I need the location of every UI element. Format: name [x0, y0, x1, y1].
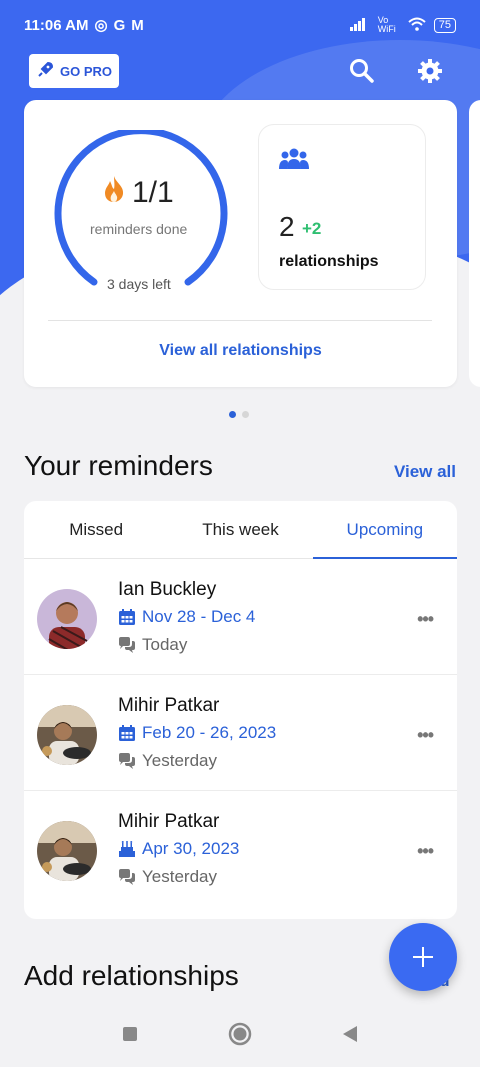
wifi-icon [408, 17, 426, 34]
whatsapp-icon: ◎ [94, 17, 108, 34]
reminder-item[interactable]: Mihir Patkar Feb 20 - 26, 2023 Yesterday… [24, 675, 457, 791]
add-button[interactable] [389, 923, 457, 991]
tab-upcoming[interactable]: Upcoming [312, 501, 458, 559]
chat-bubbles-icon [119, 637, 135, 653]
reminders-count: 1/1 [102, 175, 174, 211]
days-left-label: 3 days left [107, 276, 171, 292]
go-pro-label: GO PRO [59, 63, 112, 79]
summary-card[interactable]: 1/1 reminders done 3 days left 2 +2 rela… [24, 100, 457, 387]
calendar-icon [119, 725, 135, 741]
last-contact: Yesterday [118, 867, 217, 887]
plus-icon [413, 947, 433, 967]
more-options-button[interactable]: ••• [417, 725, 434, 746]
reminder-date-text: Feb 20 - 26, 2023 [142, 723, 277, 742]
more-options-button[interactable]: ••• [417, 841, 434, 862]
rocket-icon [36, 61, 54, 82]
gear-icon [418, 59, 442, 83]
view-all-reminders-link[interactable]: View all [394, 462, 456, 482]
avatar [37, 705, 97, 765]
signal-icon [349, 17, 370, 34]
back-icon[interactable] [342, 1025, 358, 1048]
pager-dot[interactable] [229, 411, 236, 418]
reminder-tabs: Missed This week Upcoming [24, 501, 458, 559]
recent-apps-icon[interactable] [122, 1026, 138, 1047]
reminder-item[interactable]: Ian Buckley Nov 28 - Dec 4 Today ••• [24, 559, 457, 675]
contact-name: Ian Buckley [118, 579, 217, 600]
next-card-peek[interactable] [469, 100, 480, 387]
last-contact-text: Yesterday [142, 751, 217, 770]
settings-button[interactable] [415, 56, 445, 86]
pager-dots [229, 411, 249, 418]
home-icon[interactable] [228, 1022, 252, 1051]
battery-icon: 75 [433, 17, 456, 33]
chat-bubbles-icon [119, 869, 135, 885]
view-all-relationships-link[interactable]: View all relationships [24, 342, 457, 360]
go-pro-button[interactable]: GO PRO [29, 54, 119, 88]
tab-missed[interactable]: Missed [24, 501, 168, 558]
contact-name: Mihir Patkar [118, 695, 220, 716]
gmail-icon: M [131, 16, 144, 34]
reminder-date: Feb 20 - 26, 2023 [118, 723, 276, 743]
relationships-summary[interactable]: 2 +2 relationships [258, 124, 426, 290]
reminder-date: Nov 28 - Dec 4 [118, 607, 255, 627]
avatar [37, 821, 97, 881]
last-contact-text: Today [142, 635, 188, 654]
status-time: 11:06 AM [24, 16, 89, 34]
last-contact: Yesterday [118, 751, 217, 771]
last-contact: Today [118, 635, 187, 655]
add-relationships-title: Add relationships [24, 960, 239, 991]
vowifi-label: Vo WiFi [377, 15, 396, 34]
reminder-date: Apr 30, 2023 [118, 839, 239, 859]
people-group-icon [279, 147, 309, 176]
google-icon: G [113, 16, 126, 34]
system-navigation-bar [0, 1005, 480, 1067]
reminders-title: Your reminders [24, 450, 213, 481]
relationships-count: 2 [279, 211, 295, 242]
reminders-done-label: reminders done [90, 221, 188, 237]
search-button[interactable] [347, 56, 377, 86]
last-contact-text: Yesterday [142, 867, 217, 886]
status-bar: 11:06 AM ◎ G M Vo WiFi 75 [0, 0, 480, 50]
calendar-icon [119, 609, 135, 625]
reminders-card: Missed This week Upcoming Ian Buckley No… [24, 501, 458, 919]
reminder-date-text: Apr 30, 2023 [142, 839, 240, 858]
birthday-cake-icon [119, 841, 135, 857]
search-icon [350, 59, 374, 83]
reminder-date-text: Nov 28 - Dec 4 [142, 607, 256, 626]
fire-icon [102, 175, 126, 211]
avatar [37, 589, 97, 649]
chat-bubbles-icon [119, 753, 135, 769]
pager-dot[interactable] [242, 411, 249, 418]
contact-name: Mihir Patkar [118, 811, 220, 832]
reminder-item[interactable]: Mihir Patkar Apr 30, 2023 Yesterday ••• [24, 791, 457, 907]
more-options-button[interactable]: ••• [417, 609, 434, 630]
relationships-delta: +2 [302, 219, 322, 238]
reminders-done-value: 1/1 [132, 176, 174, 209]
divider [48, 320, 432, 321]
tab-this-week[interactable]: This week [168, 501, 312, 558]
relationships-label: relationships [279, 253, 379, 270]
